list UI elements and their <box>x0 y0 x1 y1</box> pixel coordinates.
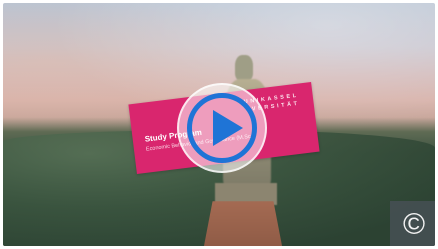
video-player[interactable]: UNIKASSEL VERSITÄT Study Program Economi… <box>3 3 435 246</box>
statue-head <box>235 55 253 81</box>
play-button[interactable] <box>177 83 267 173</box>
copyright-button[interactable]: © <box>390 201 435 246</box>
play-icon <box>213 110 243 146</box>
monument-pyramid <box>203 201 283 246</box>
